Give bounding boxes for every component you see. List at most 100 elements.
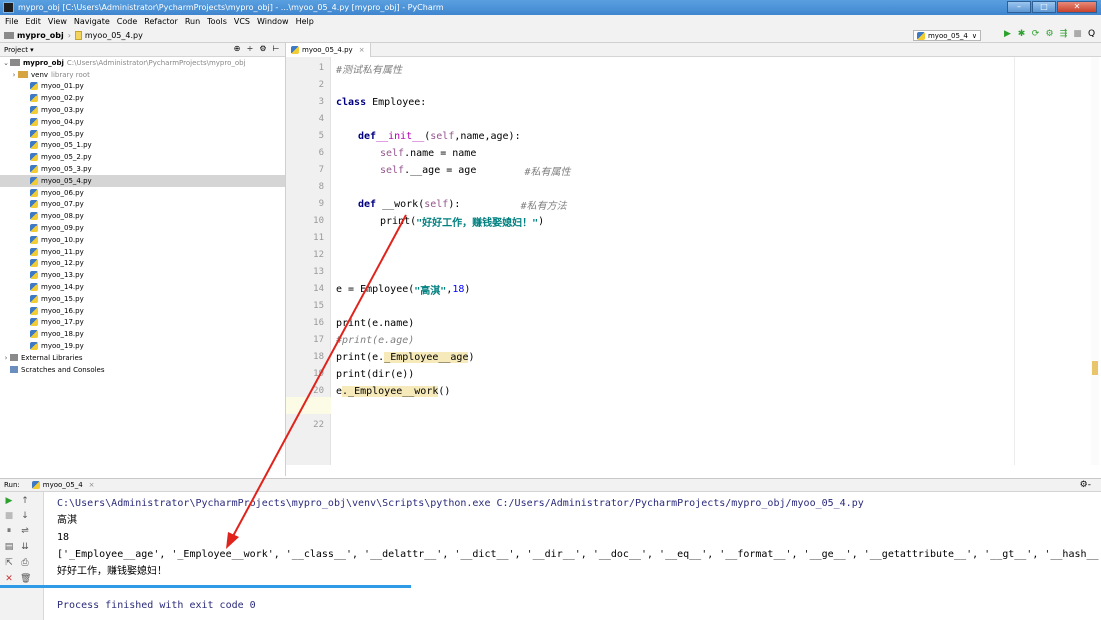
menu-file[interactable]: File	[5, 17, 18, 26]
hide-icon[interactable]: ⊢	[271, 44, 281, 53]
tree-file-item[interactable]: myoo_17.py	[0, 317, 285, 329]
tree-file-item[interactable]: myoo_08.py	[0, 210, 285, 222]
tree-file-item[interactable]: myoo_06.py	[0, 187, 285, 199]
print-icon[interactable]: ⎙	[20, 558, 30, 568]
navigation-bar: mypro_obj › myoo_05_4.py myoo_05_4 ∨ ▶ ✱…	[0, 28, 1101, 43]
tree-file-item[interactable]: myoo_07.py	[0, 199, 285, 211]
rerun-icon[interactable]: ⟳	[1030, 29, 1041, 40]
editor-tab[interactable]: myoo_05_4.py ×	[286, 43, 371, 57]
menu-window[interactable]: Window	[257, 17, 289, 26]
tree-file-item[interactable]: myoo_09.py	[0, 222, 285, 234]
chevron-down-icon[interactable]: ⌄	[2, 59, 10, 67]
python-file-icon	[30, 212, 38, 221]
menu-navigate[interactable]: Navigate	[74, 17, 110, 26]
line-number: 6	[318, 148, 324, 158]
menu-help[interactable]: Help	[296, 17, 314, 26]
stop-icon[interactable]: ■	[4, 511, 14, 521]
project-panel-header: Project ▾ ⊕ ÷ ⚙ ⊢	[0, 43, 285, 57]
tree-file-item[interactable]: myoo_18.py	[0, 328, 285, 340]
tree-file-item[interactable]: myoo_05_4.py	[0, 174, 285, 187]
tree-file-item[interactable]: myoo_02.py	[0, 92, 285, 104]
menu-code[interactable]: Code	[117, 17, 137, 26]
chevron-right-icon[interactable]: ›	[10, 71, 18, 79]
tree-file-item[interactable]: myoo_05_1.py	[0, 140, 285, 152]
gear-icon[interactable]: ⚙-	[1080, 480, 1091, 490]
tree-external-libraries[interactable]: › External Libraries	[0, 352, 285, 364]
breadcrumb-separator: ›	[67, 30, 71, 40]
breadcrumb-project[interactable]: mypro_obj	[17, 31, 64, 40]
menu-vcs[interactable]: VCS	[234, 17, 250, 26]
run-tab-label: myoo_05_4	[42, 481, 83, 489]
tree-file-item[interactable]: myoo_05_3.py	[0, 163, 285, 175]
close-button[interactable]: ✕	[1057, 1, 1097, 13]
python-file-icon	[30, 330, 38, 339]
soft-wrap-icon[interactable]: ⇌	[20, 526, 30, 536]
tree-file-item[interactable]: myoo_15.py	[0, 293, 285, 305]
line-number: 12	[313, 250, 324, 260]
tree-file-item[interactable]: myoo_04.py	[0, 116, 285, 128]
video-progress-bar[interactable]	[0, 585, 411, 588]
breadcrumb-file[interactable]: myoo_05_4.py	[85, 31, 143, 40]
tree-file-item[interactable]: myoo_12.py	[0, 258, 285, 270]
pause-icon[interactable]: ⏸	[4, 526, 14, 536]
tree-file-item[interactable]: myoo_14.py	[0, 281, 285, 293]
scrollbar-marker[interactable]	[1092, 361, 1098, 375]
code-line-14: e = Employee("高淇", 18)	[336, 284, 471, 297]
python-file-icon	[291, 46, 299, 54]
search-icon[interactable]: Q	[1086, 29, 1097, 40]
menu-bar: File Edit View Navigate Code Refactor Ru…	[0, 15, 1101, 28]
tree-file-item[interactable]: myoo_13.py	[0, 269, 285, 281]
scroll-to-end-icon[interactable]: ⇊	[20, 542, 30, 552]
menu-refactor[interactable]: Refactor	[144, 17, 178, 26]
collapse-icon[interactable]: ÷	[245, 44, 255, 53]
tree-file-item[interactable]: myoo_05.py	[0, 128, 285, 140]
tree-root[interactable]: ⌄ mypro_obj C:\Users\Administrator\Pycha…	[0, 57, 285, 69]
minimize-button[interactable]: –	[1007, 1, 1031, 13]
run-configuration-select[interactable]: myoo_05_4 ∨	[912, 30, 981, 41]
menu-tools[interactable]: Tools	[207, 17, 227, 26]
rerun-icon[interactable]: ▶	[4, 496, 14, 506]
tree-file-item[interactable]: myoo_19.py	[0, 340, 285, 352]
window-controls: – □ ✕	[1006, 1, 1097, 13]
python-file-icon	[30, 247, 38, 256]
maximize-button[interactable]: □	[1032, 1, 1056, 13]
tree-file-item[interactable]: myoo_11.py	[0, 246, 285, 258]
line-number: 10	[313, 216, 324, 226]
project-view-select[interactable]: Project ▾	[4, 46, 34, 54]
menu-view[interactable]: View	[48, 17, 67, 26]
close-tab-icon[interactable]: ×	[359, 46, 365, 54]
tree-file-item[interactable]: myoo_16.py	[0, 305, 285, 317]
tree-scratches[interactable]: Scratches and Consoles	[0, 364, 285, 376]
restore-layout-icon[interactable]: ▤	[4, 542, 14, 552]
tree-file-label: myoo_06.py	[41, 188, 84, 197]
tree-file-label: myoo_05_1.py	[41, 141, 92, 150]
run-icon[interactable]: ▶	[1002, 29, 1013, 40]
code-editor[interactable]: #测试私有属性 class Employee: def __init__(sel…	[331, 57, 1101, 465]
close-tab-icon[interactable]: ×	[89, 481, 95, 489]
close-run-icon[interactable]: ✕	[4, 574, 14, 584]
menu-edit[interactable]: Edit	[25, 17, 41, 26]
gear-icon[interactable]: ⚙	[258, 44, 268, 53]
run-console[interactable]: C:\Users\Administrator\PycharmProjects\m…	[44, 492, 1101, 620]
debug-icon[interactable]: ✱	[1016, 29, 1027, 40]
concurrency-icon[interactable]: ⇶	[1058, 29, 1069, 40]
profile-icon[interactable]: ⚙	[1044, 29, 1055, 40]
stop-icon[interactable]: ■	[1072, 29, 1083, 40]
breadcrumb: mypro_obj › myoo_05_4.py	[4, 30, 143, 40]
locate-icon[interactable]: ⊕	[232, 44, 242, 53]
tree-venv[interactable]: › venv library root	[0, 69, 285, 81]
tree-file-item[interactable]: myoo_01.py	[0, 81, 285, 93]
tree-file-item[interactable]: myoo_05_2.py	[0, 151, 285, 163]
pin-icon[interactable]: ⇱	[4, 558, 14, 568]
up-arrow-icon[interactable]: ↑	[20, 496, 30, 506]
editor-scrollbar[interactable]	[1091, 57, 1099, 465]
run-tab[interactable]: myoo_05_4 ×	[31, 481, 95, 489]
tree-file-item[interactable]: myoo_03.py	[0, 104, 285, 116]
down-arrow-icon[interactable]: ↓	[20, 511, 30, 521]
tree-file-item[interactable]: myoo_10.py	[0, 234, 285, 246]
trash-icon[interactable]: 🗑	[20, 574, 31, 584]
console-exit-message: Process finished with exit code 0	[57, 600, 256, 611]
chevron-right-icon[interactable]: ›	[2, 354, 10, 362]
menu-run[interactable]: Run	[185, 17, 200, 26]
editor-tab-bar: myoo_05_4.py ×	[286, 43, 1101, 57]
